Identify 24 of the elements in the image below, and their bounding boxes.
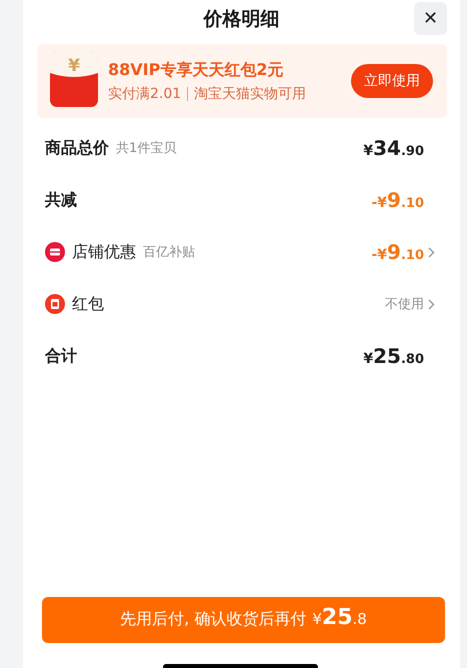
row-note: 共1件宝贝 [116,140,176,157]
promo-condition: 实付满2.01 [108,84,182,102]
discount-amount: -¥9.10 [371,188,424,212]
amount-text: ¥34.90 [363,136,424,160]
row-label: 店铺优惠 [72,242,136,262]
row-label: 合计 [45,346,77,366]
discount-amount: -¥9.10 [371,240,424,264]
pay-button[interactable]: 先用后付, 确认收货后再付 ¥25.8 [42,597,445,643]
amount-text: ¥25.80 [363,344,424,368]
row-label: 红包 [72,294,104,314]
row-label: 商品总价 [45,138,109,158]
envelope-icon: ¥ [50,51,98,107]
sheet-title: 价格明细 [204,7,280,32]
status-text: 不使用 [385,296,424,313]
promo-scope: 淘宝天猫实物可用 [194,84,306,102]
chevron-right-icon[interactable] [428,246,435,258]
promo-title: 88VIP专享天天红包2元 [108,60,284,80]
row-note: 百亿补贴 [143,244,195,261]
use-now-button[interactable]: 立即使用 [351,64,433,98]
chevron-right-icon[interactable] [428,298,435,310]
coupon-icon [45,294,65,314]
close-button[interactable]: ✕ [414,2,447,35]
row-label: 共减 [45,190,77,210]
store-icon [45,242,65,262]
